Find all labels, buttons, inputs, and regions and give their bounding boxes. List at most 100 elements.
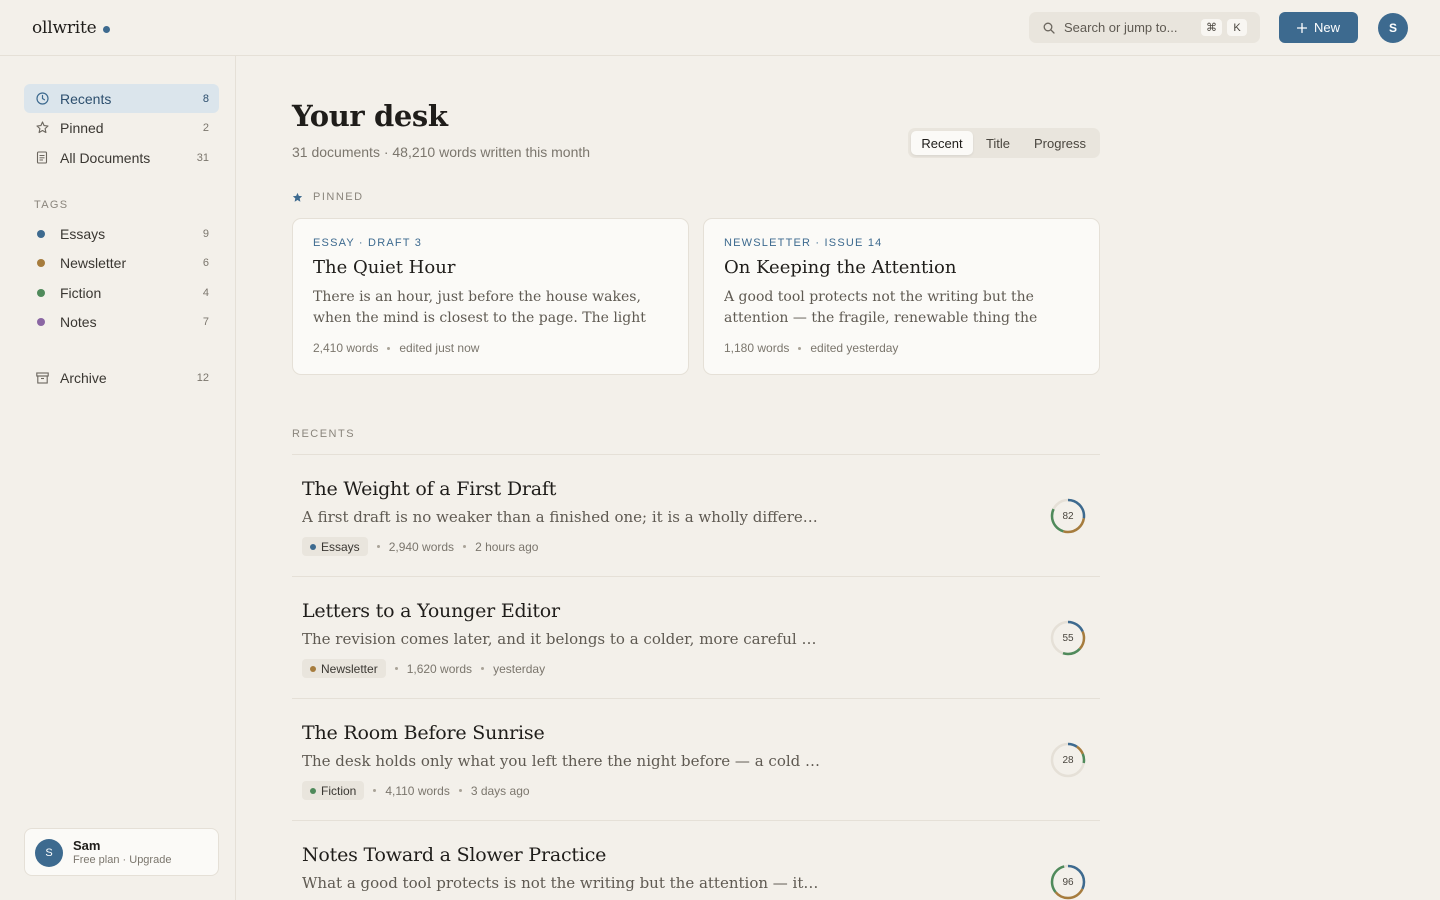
word-count: 1,620 words <box>406 661 473 676</box>
star-icon <box>35 121 49 135</box>
sidebar-item-recents[interactable]: Recents 8 <box>24 84 219 113</box>
edited-time: edited just now <box>399 341 480 355</box>
sort-tab-title[interactable]: Title <box>975 131 1021 155</box>
tag-color-dot <box>310 787 316 794</box>
sidebar-item-label: Newsletter <box>60 254 127 271</box>
edited-time: 2 hours ago <box>475 539 539 554</box>
edited-time: 3 days ago <box>470 783 530 798</box>
tag-chip[interactable]: Essays <box>302 537 368 556</box>
meta-separator <box>373 789 377 792</box>
page-title: Your desk <box>292 99 448 133</box>
tag-color-dot <box>310 665 316 672</box>
tag-color-dot <box>310 543 316 550</box>
tag-chip[interactable]: Newsletter <box>302 659 386 678</box>
document-title: Letters to a Younger Editor <box>302 600 560 622</box>
document-title: The Room Before Sunrise <box>302 722 545 744</box>
sidebar-item-label: Recents <box>60 90 112 107</box>
meta-separator <box>463 545 467 548</box>
search-input[interactable]: Search or jump to... ⌘ K <box>1029 12 1260 43</box>
sidebar-item-label: Notes <box>60 313 97 330</box>
pinned-card-kicker: NEWSLETTER · ISSUE 14 <box>724 237 883 249</box>
meta-separator <box>798 346 802 350</box>
sidebar-item-count: 9 <box>202 227 209 240</box>
progress-ring: 55 <box>1050 620 1086 656</box>
search-placeholder: Search or jump to... <box>1064 20 1178 35</box>
sidebar-item-count: 31 <box>196 151 209 164</box>
sidebar-item-count: 8 <box>202 92 209 105</box>
pinned-card-kicker: ESSAY · DRAFT 3 <box>313 237 423 249</box>
progress-ring: 96 <box>1050 864 1086 900</box>
progress-ring: 28 <box>1050 742 1086 778</box>
sidebar-item-label: Fiction <box>60 284 102 301</box>
tag-color-dot <box>37 258 45 267</box>
tag-chip[interactable]: Fiction <box>302 781 365 800</box>
logo-dot <box>102 25 110 33</box>
sort-segmented-control: Recent Title Progress <box>908 128 1100 158</box>
progress-value: 55 <box>1062 632 1074 644</box>
progress-value: 28 <box>1062 754 1074 766</box>
pinned-card[interactable]: ESSAY · DRAFT 3 The Quiet Hour There is … <box>292 218 689 375</box>
sidebar-item-all-documents[interactable]: All Documents 31 <box>24 143 219 172</box>
progress-ring: 82 <box>1050 498 1086 534</box>
document-title: The Weight of a First Draft <box>302 478 557 500</box>
document-title: Notes Toward a Slower Practice <box>302 844 607 866</box>
sidebar: Recents 8 Pinned 2 All Documents 31 TAGS… <box>0 56 236 900</box>
document-meta: Newsletter 1,620 words yesterday <box>302 659 545 678</box>
user-avatar[interactable]: S <box>1378 13 1408 43</box>
sort-tab-progress[interactable]: Progress <box>1025 131 1095 155</box>
search-icon <box>1043 22 1055 34</box>
tags-section-label: TAGS <box>34 199 69 211</box>
sidebar-item-count: 12 <box>196 371 209 384</box>
sidebar-item-count: 6 <box>202 256 209 269</box>
shortcut-key-k: K <box>1227 19 1247 36</box>
document-excerpt: The revision comes later, and it belongs… <box>302 630 822 648</box>
sidebar-item-pinned[interactable]: Pinned 2 <box>24 113 219 142</box>
pinned-label: PINNED <box>313 191 364 203</box>
word-count: 1,180 words <box>724 341 790 355</box>
sidebar-tag-newsletter[interactable]: Newsletter 6 <box>24 248 219 277</box>
document-meta: Fiction 4,110 words 3 days ago <box>302 781 530 800</box>
user-plan: Free plan · Upgrade <box>73 854 172 866</box>
document-excerpt: What a good tool protects is not the wri… <box>302 874 822 892</box>
new-button-label: New <box>1313 20 1340 35</box>
document-row[interactable]: The Room Before Sunrise The desk holds o… <box>292 699 1100 820</box>
page-subtitle: 31 documents · 48,210 words written this… <box>292 144 591 160</box>
user-account-card[interactable]: S Sam Free plan · Upgrade <box>24 828 219 876</box>
avatar: S <box>35 839 63 867</box>
sidebar-item-count: 2 <box>202 121 209 134</box>
sidebar-tag-essays[interactable]: Essays 9 <box>24 219 219 248</box>
pinned-card-excerpt: A good tool protects not the writing but… <box>724 289 1038 326</box>
document-row[interactable]: The Weight of a First Draft A first draf… <box>292 455 1100 576</box>
shortcut-key-cmd: ⌘ <box>1201 19 1222 36</box>
plus-icon <box>1296 22 1307 33</box>
document-excerpt: The desk holds only what you left there … <box>302 752 822 770</box>
tag-color-dot <box>37 317 45 326</box>
new-document-button[interactable]: New <box>1279 12 1358 43</box>
app-name: ollwrite <box>32 18 97 38</box>
edited-time: yesterday <box>493 661 546 676</box>
document-row[interactable]: Letters to a Younger Editor The revision… <box>292 577 1100 698</box>
sidebar-item-label: All Documents <box>60 149 151 166</box>
meta-separator <box>387 346 391 350</box>
pinned-card[interactable]: NEWSLETTER · ISSUE 14 On Keeping the Att… <box>703 218 1100 375</box>
app-logo[interactable]: ollwrite <box>32 18 110 38</box>
sidebar-tag-notes[interactable]: Notes 7 <box>24 307 219 336</box>
sidebar-item-label: Essays <box>60 225 106 242</box>
sort-tab-recent[interactable]: Recent <box>911 131 973 155</box>
progress-value: 96 <box>1062 876 1074 888</box>
word-count: 4,110 words <box>385 783 450 798</box>
sidebar-tag-fiction[interactable]: Fiction 4 <box>24 278 219 307</box>
document-row[interactable]: Notes Toward a Slower Practice What a go… <box>292 821 1100 900</box>
pinned-card-meta: 2,410 words edited just now <box>313 341 668 355</box>
sidebar-item-archive[interactable]: Archive 12 <box>24 363 219 392</box>
user-name: Sam <box>73 838 101 853</box>
document-icon <box>35 151 49 165</box>
pinned-card-title: The Quiet Hour <box>313 257 456 278</box>
pinned-card-title: On Keeping the Attention <box>724 257 957 278</box>
pinned-card-excerpt: There is an hour, just before the house … <box>313 289 646 326</box>
tag-color-dot <box>37 229 45 238</box>
meta-separator <box>376 545 380 548</box>
sidebar-item-label: Pinned <box>60 119 104 136</box>
meta-separator <box>481 667 485 670</box>
document-meta: Essays 2,940 words 2 hours ago <box>302 537 538 556</box>
